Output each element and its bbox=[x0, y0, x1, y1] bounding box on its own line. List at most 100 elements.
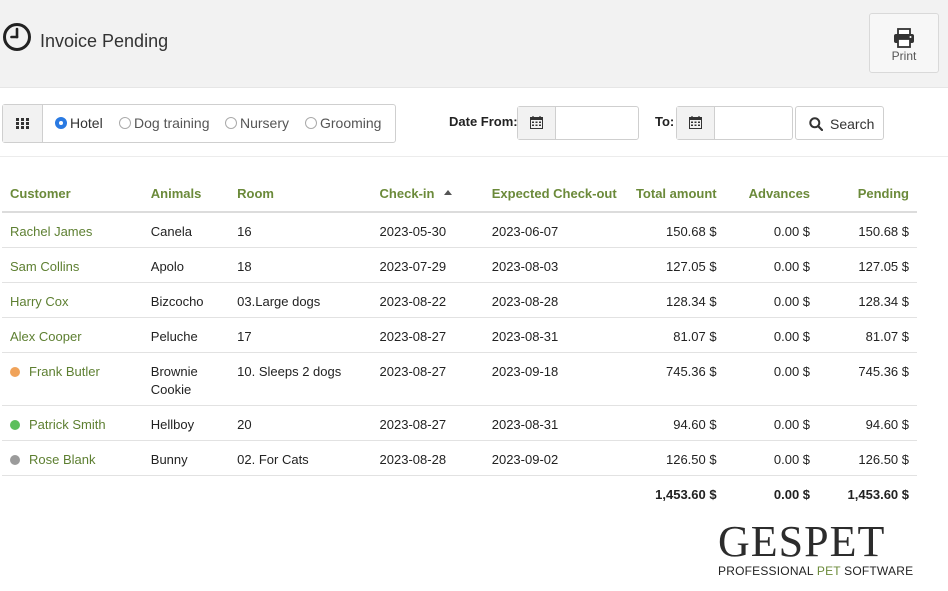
cell-customer[interactable]: Harry Cox bbox=[2, 282, 143, 318]
col-animals[interactable]: Animals bbox=[142, 176, 230, 213]
table-row[interactable]: Frank Butler Brownie Cookie 10. Sleeps 2 do… bbox=[2, 352, 917, 406]
col-total[interactable]: Total amount bbox=[624, 176, 725, 213]
page-title: Invoice Pending bbox=[40, 31, 169, 51]
table-row[interactable]: Patrick Smith Hellboy 20 2023-08-27 2023-08-… bbox=[2, 405, 917, 441]
animal-name: Canela bbox=[150, 224, 192, 239]
cell-animals: Hellboy bbox=[142, 405, 230, 441]
cell-customer[interactable]: Frank Butler bbox=[2, 352, 143, 406]
cell-room: 18 bbox=[229, 247, 372, 283]
col-checkin[interactable]: Check-in bbox=[371, 176, 484, 213]
cell-pending: 94.60 $ bbox=[818, 405, 917, 441]
logo-mark: GESPET bbox=[718, 520, 918, 564]
radio-hotel[interactable]: Hotel bbox=[55, 115, 103, 131]
cell-room: 10. Sleeps 2 dogs bbox=[229, 352, 372, 406]
cell-checkin: 2023-08-22 bbox=[371, 282, 484, 318]
cell-room: 20 bbox=[229, 405, 372, 441]
col-advances[interactable]: Advances bbox=[724, 176, 819, 213]
radio-grooming[interactable]: Grooming bbox=[305, 115, 381, 131]
cell-animals: Bunny bbox=[142, 440, 230, 476]
animal-name: Cookie bbox=[150, 381, 192, 397]
cell-pending: 150.68 $ bbox=[818, 212, 917, 248]
animal-name: Bunny bbox=[150, 451, 188, 467]
col-room[interactable]: Room bbox=[229, 176, 372, 213]
col-checkin-label: Check-in bbox=[379, 186, 435, 201]
search-button[interactable]: Search bbox=[795, 106, 884, 140]
cell-pending: 745.36 $ bbox=[818, 352, 917, 406]
print-label: Print bbox=[891, 49, 917, 63]
customer-name-link[interactable]: Rose Blank bbox=[29, 452, 95, 467]
cell-room: 17 bbox=[229, 317, 372, 353]
cell-animals: Bizcocho bbox=[142, 282, 230, 318]
cell-advances: 0.00 $ bbox=[724, 212, 819, 248]
cell-checkin: 2023-08-27 bbox=[371, 405, 484, 441]
cell-checkin: 2023-08-27 bbox=[371, 352, 484, 406]
cell-checkout: 2023-09-18 bbox=[483, 352, 625, 406]
total-amount-sum: 1,453.60 $ bbox=[655, 486, 717, 502]
cell-checkout: 2023-08-31 bbox=[483, 317, 625, 353]
customer-name-link[interactable]: Rachel James bbox=[10, 224, 92, 239]
radio-icon bbox=[225, 117, 237, 129]
table-row[interactable]: Rachel James Canela 16 2023-05-30 2023-06-07… bbox=[2, 212, 917, 248]
logo-tag-post: SOFTWARE bbox=[840, 564, 914, 578]
cell-customer[interactable]: Sam Collins bbox=[2, 247, 143, 283]
calendar-icon bbox=[530, 116, 543, 129]
logo-tag-pet: PET bbox=[816, 564, 841, 578]
logo-tagline: PROFESSIONAL PET SOFTWARE bbox=[718, 564, 918, 578]
print-button[interactable]: Print bbox=[869, 13, 939, 73]
animal-name: Apolo bbox=[150, 258, 185, 274]
customer-name-link[interactable]: Alex Cooper bbox=[10, 329, 82, 344]
radio-icon bbox=[119, 117, 131, 129]
col-customer[interactable]: Customer bbox=[2, 176, 143, 213]
customer-name-link[interactable]: Frank Butler bbox=[29, 364, 100, 379]
table-row[interactable]: Alex Cooper Peluche 17 2023-08-27 2023-08-31… bbox=[2, 317, 917, 353]
col-checkout[interactable]: Expected Check-out bbox=[483, 176, 625, 213]
table-row[interactable]: Harry Cox Bizcocho 03.Large dogs 2023-08-22… bbox=[2, 282, 917, 318]
page-header: Invoice Pending Print bbox=[0, 0, 948, 88]
customer-name-link[interactable]: Harry Cox bbox=[10, 294, 69, 309]
grid-view-button[interactable] bbox=[3, 105, 43, 142]
radio-dog-training[interactable]: Dog training bbox=[119, 115, 210, 131]
date-from-label: Date From: bbox=[449, 114, 518, 129]
radio-nursery[interactable]: Nursery bbox=[225, 115, 289, 131]
empty-cell bbox=[2, 475, 143, 510]
cell-pending: 81.07 $ bbox=[818, 317, 917, 353]
cell-advances: 0.00 $ bbox=[724, 317, 819, 353]
cell-customer[interactable]: Patrick Smith bbox=[2, 405, 143, 441]
radio-selected-icon bbox=[55, 117, 67, 129]
cell-total: 94.60 $ bbox=[624, 405, 725, 441]
cell-checkin: 2023-05-30 bbox=[371, 212, 484, 248]
cell-customer[interactable]: Rachel James bbox=[2, 212, 143, 248]
status-dot-icon bbox=[10, 419, 20, 430]
radio-grooming-label: Grooming bbox=[320, 115, 382, 131]
cell-total: 127.05 $ bbox=[624, 247, 725, 283]
cell-animals: Brownie Cookie bbox=[142, 352, 230, 406]
cell-animals: Peluche bbox=[142, 317, 230, 353]
invoice-table: Customer Animals Room Check-in Expected … bbox=[2, 176, 917, 510]
date-from-calendar-button[interactable] bbox=[518, 107, 556, 139]
date-to-input[interactable] bbox=[716, 107, 792, 139]
col-pending[interactable]: Pending bbox=[818, 176, 917, 213]
date-from-input[interactable] bbox=[557, 107, 638, 139]
cell-pending: 127.05 $ bbox=[818, 247, 917, 283]
logo-pet: PET bbox=[804, 517, 886, 566]
table-row[interactable]: Rose Blank Bunny 02. For Cats 2023-08-28 202… bbox=[2, 440, 917, 476]
empty-cell bbox=[372, 475, 484, 510]
table-row[interactable]: Sam Collins Apolo 18 2023-07-29 2023-08-03 12… bbox=[2, 247, 917, 283]
cell-checkout: 2023-08-28 bbox=[483, 282, 625, 318]
status-dot-icon bbox=[10, 454, 20, 465]
cell-room: 16 bbox=[229, 212, 372, 248]
date-to-label: To: bbox=[655, 114, 675, 129]
cell-customer[interactable]: Alex Cooper bbox=[2, 317, 143, 353]
customer-name-link[interactable]: Sam Collins bbox=[10, 259, 79, 274]
customer-name-link[interactable]: Patrick Smith bbox=[29, 417, 106, 432]
date-to-calendar-button[interactable] bbox=[677, 107, 715, 139]
cell-pending: 128.34 $ bbox=[818, 282, 917, 318]
cell-customer[interactable]: Rose Blank bbox=[2, 440, 143, 476]
empty-cell bbox=[484, 475, 625, 510]
pending-sum: 1,453.60 $ bbox=[847, 486, 909, 502]
cell-room: 03.Large dogs bbox=[229, 282, 372, 318]
cell-total: 128.34 $ bbox=[624, 282, 725, 318]
cell-advances: 0.00 $ bbox=[724, 247, 819, 283]
cell-total: 81.07 $ bbox=[624, 317, 725, 353]
printer-icon bbox=[894, 28, 914, 48]
